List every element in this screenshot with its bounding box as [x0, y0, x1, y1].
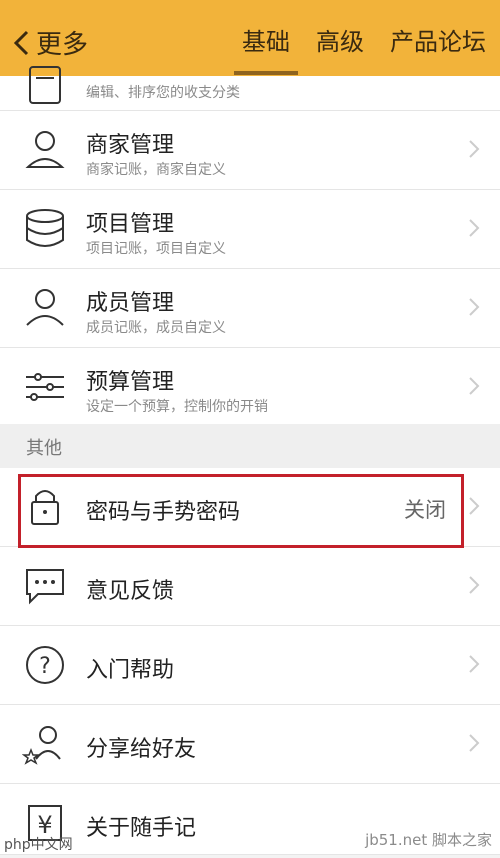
- item-title: 关于随手记: [86, 816, 197, 841]
- database-icon: [26, 209, 64, 247]
- item-sub: 编辑、排序您的收支分类: [86, 85, 240, 101]
- tab-forum[interactable]: 产品论坛: [390, 22, 486, 57]
- sliders-icon: [26, 373, 64, 401]
- chat-icon: [26, 569, 64, 605]
- list-icon: [29, 66, 61, 104]
- project-row[interactable]: 项目管理 项目记账，项目自定义: [0, 190, 500, 269]
- tab-basic[interactable]: 基础: [234, 22, 298, 75]
- password-row[interactable]: 密码与手势密码 关闭: [0, 468, 500, 547]
- item-title: 预算管理: [86, 370, 175, 395]
- back-label: 更多: [36, 30, 89, 60]
- chevron-right-icon: [469, 734, 480, 752]
- chevron-left-icon: [13, 30, 29, 55]
- item-sub: 商家记账，商家自定义: [86, 162, 226, 178]
- watermark-left: php中文网: [4, 837, 73, 853]
- feedback-row[interactable]: 意见反馈: [0, 547, 500, 626]
- chevron-right-icon: [469, 497, 480, 515]
- chevron-right-icon: [469, 298, 480, 316]
- item-title: 入门帮助: [86, 658, 175, 683]
- members-icon: [26, 289, 64, 326]
- category-row[interactable]: 编辑、排序您的收支分类: [0, 66, 500, 111]
- chevron-right-icon: [469, 576, 480, 594]
- top-bar: 更多 基础 高级 产品论坛: [0, 0, 500, 76]
- share-icon: [22, 726, 61, 765]
- chevron-right-icon: [469, 219, 480, 237]
- member-row[interactable]: 成员管理 成员记账，成员自定义: [0, 269, 500, 348]
- item-title: 项目管理: [86, 212, 175, 237]
- tab-advanced[interactable]: 高级: [316, 22, 364, 57]
- section-title: 其他: [26, 438, 62, 459]
- chevron-right-icon: [469, 140, 480, 158]
- help-row[interactable]: ? 入门帮助: [0, 626, 500, 705]
- item-sub: 成员记账，成员自定义: [86, 320, 226, 336]
- item-title: 分享给好友: [86, 737, 197, 762]
- merchant-icon: [25, 131, 65, 168]
- watermark: jb51.net 脚本之家: [365, 831, 492, 849]
- back-button[interactable]: 更多: [12, 24, 88, 61]
- chevron-right-icon: [469, 377, 480, 395]
- item-title: 意见反馈: [86, 579, 175, 604]
- section-header: 其他: [0, 424, 500, 468]
- budget-row[interactable]: 预算管理 设定一个预算，控制你的开销: [0, 348, 500, 427]
- lock-icon: [31, 490, 59, 525]
- share-row[interactable]: 分享给好友: [0, 705, 500, 784]
- item-title: 成员管理: [86, 291, 175, 316]
- merchant-row[interactable]: 商家管理 商家记账，商家自定义: [0, 111, 500, 190]
- svg-text:?: ?: [39, 654, 51, 679]
- item-title: 密码与手势密码: [86, 500, 241, 525]
- help-icon: ?: [26, 646, 64, 684]
- chevron-right-icon: [469, 655, 480, 673]
- item-sub: 项目记账，项目自定义: [86, 241, 226, 257]
- status-label: 关闭: [404, 498, 446, 522]
- item-sub: 设定一个预算，控制你的开销: [86, 399, 268, 415]
- item-title: 商家管理: [86, 133, 175, 158]
